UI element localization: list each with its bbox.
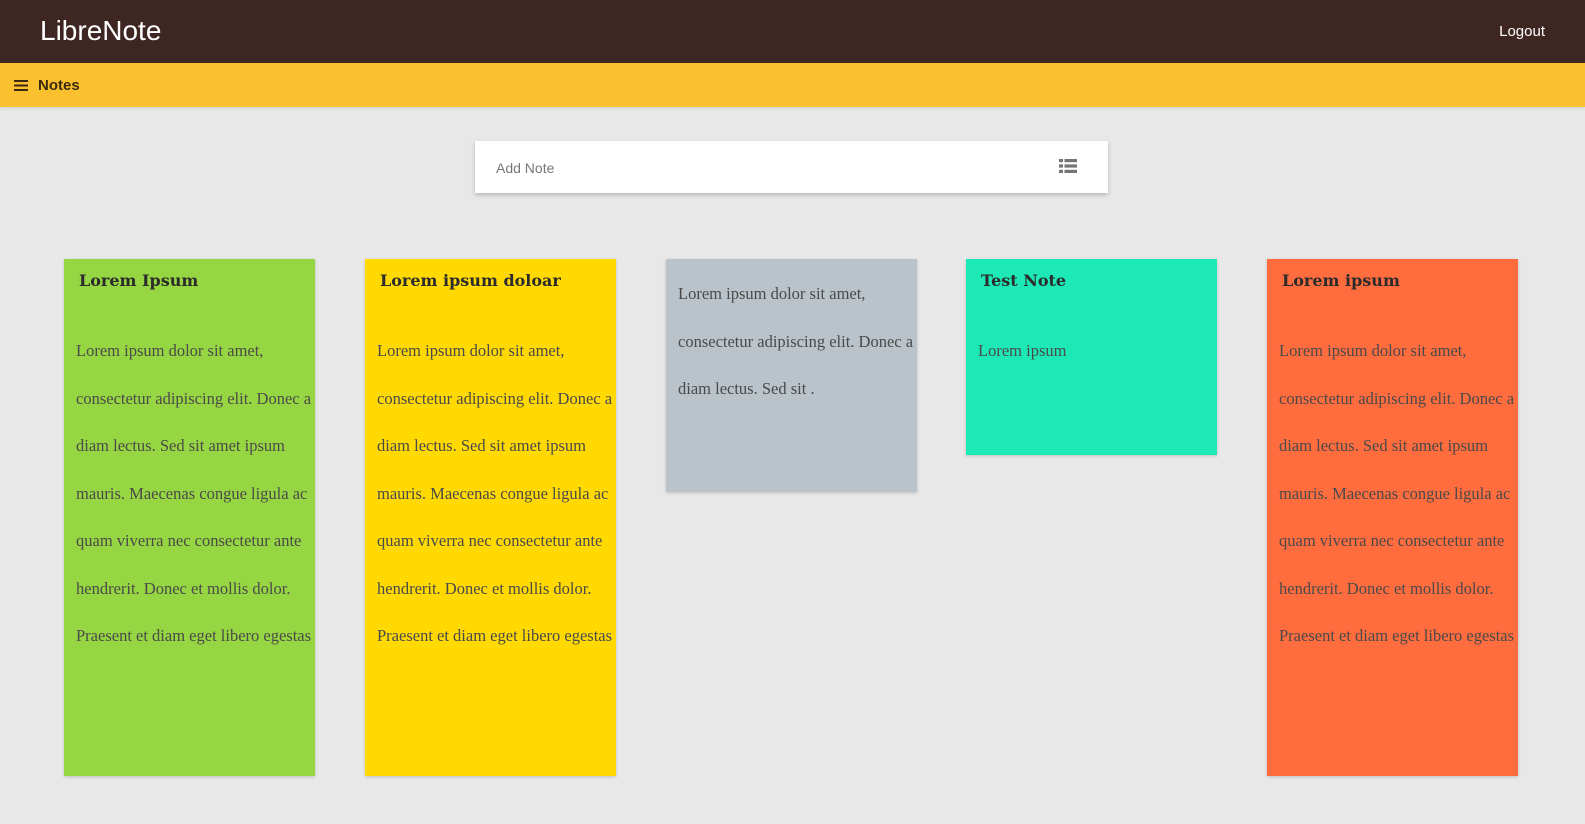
note-card[interactable]: Lorem ipsum doloar Lorem ipsum dolor sit… [365, 259, 616, 776]
note-title: Lorem ipsum doloar [380, 271, 561, 290]
notes-section-label: Notes [38, 76, 80, 94]
note-body: Lorem ipsum dolor sit amet, consectetur … [1279, 341, 1515, 645]
note-card[interactable]: Test Note Lorem ipsum [966, 259, 1217, 455]
note-card[interactable]: Lorem ipsum dolor sit amet, consectetur … [666, 259, 917, 492]
note-card[interactable]: Lorem Ipsum Lorem ipsum dolor sit amet, … [64, 259, 315, 776]
hamburger-menu-icon[interactable] [14, 79, 28, 91]
notes-toolbar: Notes [0, 63, 1585, 107]
add-note-bar [475, 141, 1108, 193]
notes-menu-toggle[interactable]: Notes [14, 75, 80, 95]
note-body: Lorem ipsum [978, 341, 1067, 360]
note-body: Lorem ipsum dolor sit amet, consectetur … [377, 341, 613, 645]
app-title[interactable]: LibreNote [40, 14, 161, 48]
note-title: Lorem Ipsum [79, 271, 199, 290]
note-title: Test Note [981, 271, 1067, 290]
note-body: Lorem ipsum dolor sit amet, consectetur … [76, 341, 312, 645]
add-note-input[interactable] [496, 157, 1016, 179]
list-view-icon[interactable] [1059, 158, 1077, 174]
top-app-bar: LibreNote Logout [0, 0, 1585, 63]
logout-button[interactable]: Logout [1499, 22, 1545, 42]
note-card[interactable]: Lorem ipsum Lorem ipsum dolor sit amet, … [1267, 259, 1518, 776]
note-title: Lorem ipsum [1282, 271, 1400, 290]
note-body: Lorem ipsum dolor sit amet, consectetur … [678, 284, 914, 398]
